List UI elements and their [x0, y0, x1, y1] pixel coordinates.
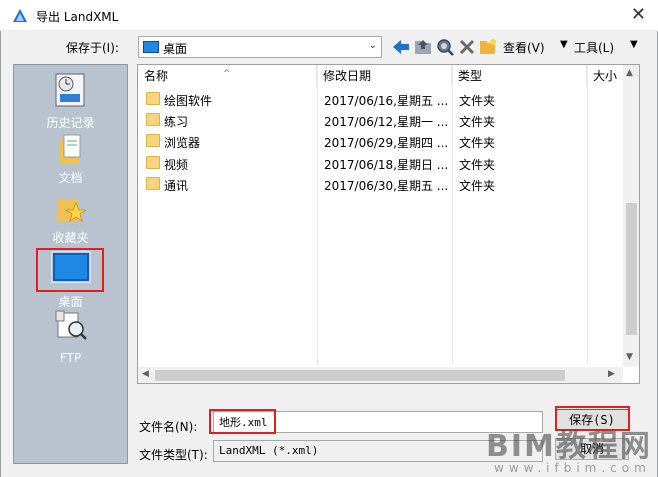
column-header-name[interactable]: 名称 ^	[138, 65, 317, 87]
scroll-left-icon[interactable]: ◀	[142, 369, 149, 379]
more-caret-icon[interactable]: ▼	[630, 39, 638, 50]
desktop-icon	[143, 41, 159, 53]
documents-icon	[60, 134, 81, 163]
save-in-value: 桌面	[163, 42, 188, 56]
place-favorites[interactable]: 收藏夹	[14, 193, 127, 245]
sort-up-icon: ^	[223, 69, 231, 79]
save-in-combo[interactable]: 桌面 ⌄	[138, 36, 382, 58]
place-label: 桌面	[58, 295, 83, 309]
watermark-title: BIM教程网	[486, 429, 652, 464]
history-icon	[55, 73, 85, 107]
save-in-label: 保存于(I):	[66, 41, 119, 55]
list-item[interactable]: 浏览器 2017/06/29,星期四 ... 文件夹	[138, 131, 623, 152]
column-header-size[interactable]: 大小	[587, 65, 623, 87]
list-item[interactable]: 练习 2017/06/12,星期一 ... 文件夹	[138, 110, 623, 131]
folder-icon	[146, 134, 160, 147]
place-label: 收藏夹	[52, 231, 89, 245]
watermark: BIM教程网 www.ifbim.com	[486, 421, 656, 477]
folder-icon	[146, 113, 160, 126]
ftp-icon	[55, 310, 87, 340]
place-label: FTP	[59, 351, 82, 365]
place-label: 文档	[58, 171, 83, 185]
folder-icon	[146, 177, 160, 190]
column-header-date[interactable]: 修改日期	[317, 65, 452, 87]
close-icon[interactable]: ✕	[631, 4, 646, 26]
list-item[interactable]: 绘图软件 2017/06/16,星期五 ... 文件夹	[138, 89, 623, 110]
vertical-scroll-thumb[interactable]	[626, 203, 637, 335]
place-documents[interactable]: 文档	[14, 133, 127, 185]
app-logo-icon	[13, 9, 27, 22]
horizontal-scroll-thumb[interactable]	[155, 370, 565, 381]
place-ftp[interactable]: FTP	[14, 309, 127, 365]
scroll-down-icon[interactable]: ▼	[626, 352, 633, 362]
vertical-scrollbar[interactable]: ▲ ▼	[623, 65, 639, 367]
title-bar: 导出 LandXML ✕	[0, 0, 658, 31]
folder-icon	[146, 156, 160, 169]
view-menu-button[interactable]: 查看(V)	[503, 39, 545, 56]
window-title: 导出 LandXML	[36, 10, 119, 24]
delete-icon[interactable]	[457, 37, 477, 57]
up-folder-icon[interactable]	[413, 37, 433, 57]
search-web-icon[interactable]	[435, 37, 455, 57]
scroll-up-icon[interactable]: ▲	[626, 68, 633, 78]
place-desktop[interactable]: 桌面	[14, 249, 127, 309]
filetype-label: 文件类型(T):	[139, 448, 208, 462]
file-list[interactable]: 名称 ^ 修改日期 类型 大小 绘图软件 2017/06/16,星期五 ... …	[137, 64, 640, 384]
scroll-right-icon[interactable]: ▶	[608, 369, 615, 379]
chevron-down-icon[interactable]: ⌄	[369, 40, 377, 51]
folder-icon	[146, 92, 160, 105]
back-arrow-icon[interactable]	[391, 37, 411, 57]
list-item[interactable]: 通讯 2017/06/30,星期五 ... 文件夹	[138, 174, 623, 195]
horizontal-scrollbar[interactable]: ◀ ▶	[138, 367, 623, 383]
favorites-icon	[58, 199, 86, 223]
list-item[interactable]: 视频 2017/06/18,星期日 ... 文件夹	[138, 153, 623, 174]
new-folder-icon[interactable]	[478, 37, 498, 57]
filename-label: 文件名(N):	[139, 420, 198, 434]
tools-caret-icon[interactable]: ▼	[560, 39, 568, 50]
places-bar: 历史记录 文档 收藏夹 桌面 FTP	[13, 64, 128, 464]
place-label: 历史记录	[46, 116, 95, 130]
watermark-url: www.ifbim.com	[494, 461, 651, 475]
desktop-icon	[51, 251, 91, 283]
place-history[interactable]: 历史记录	[14, 70, 127, 130]
tools-menu-button[interactable]: 工具(L)	[574, 39, 614, 56]
column-header-type[interactable]: 类型	[452, 65, 587, 87]
